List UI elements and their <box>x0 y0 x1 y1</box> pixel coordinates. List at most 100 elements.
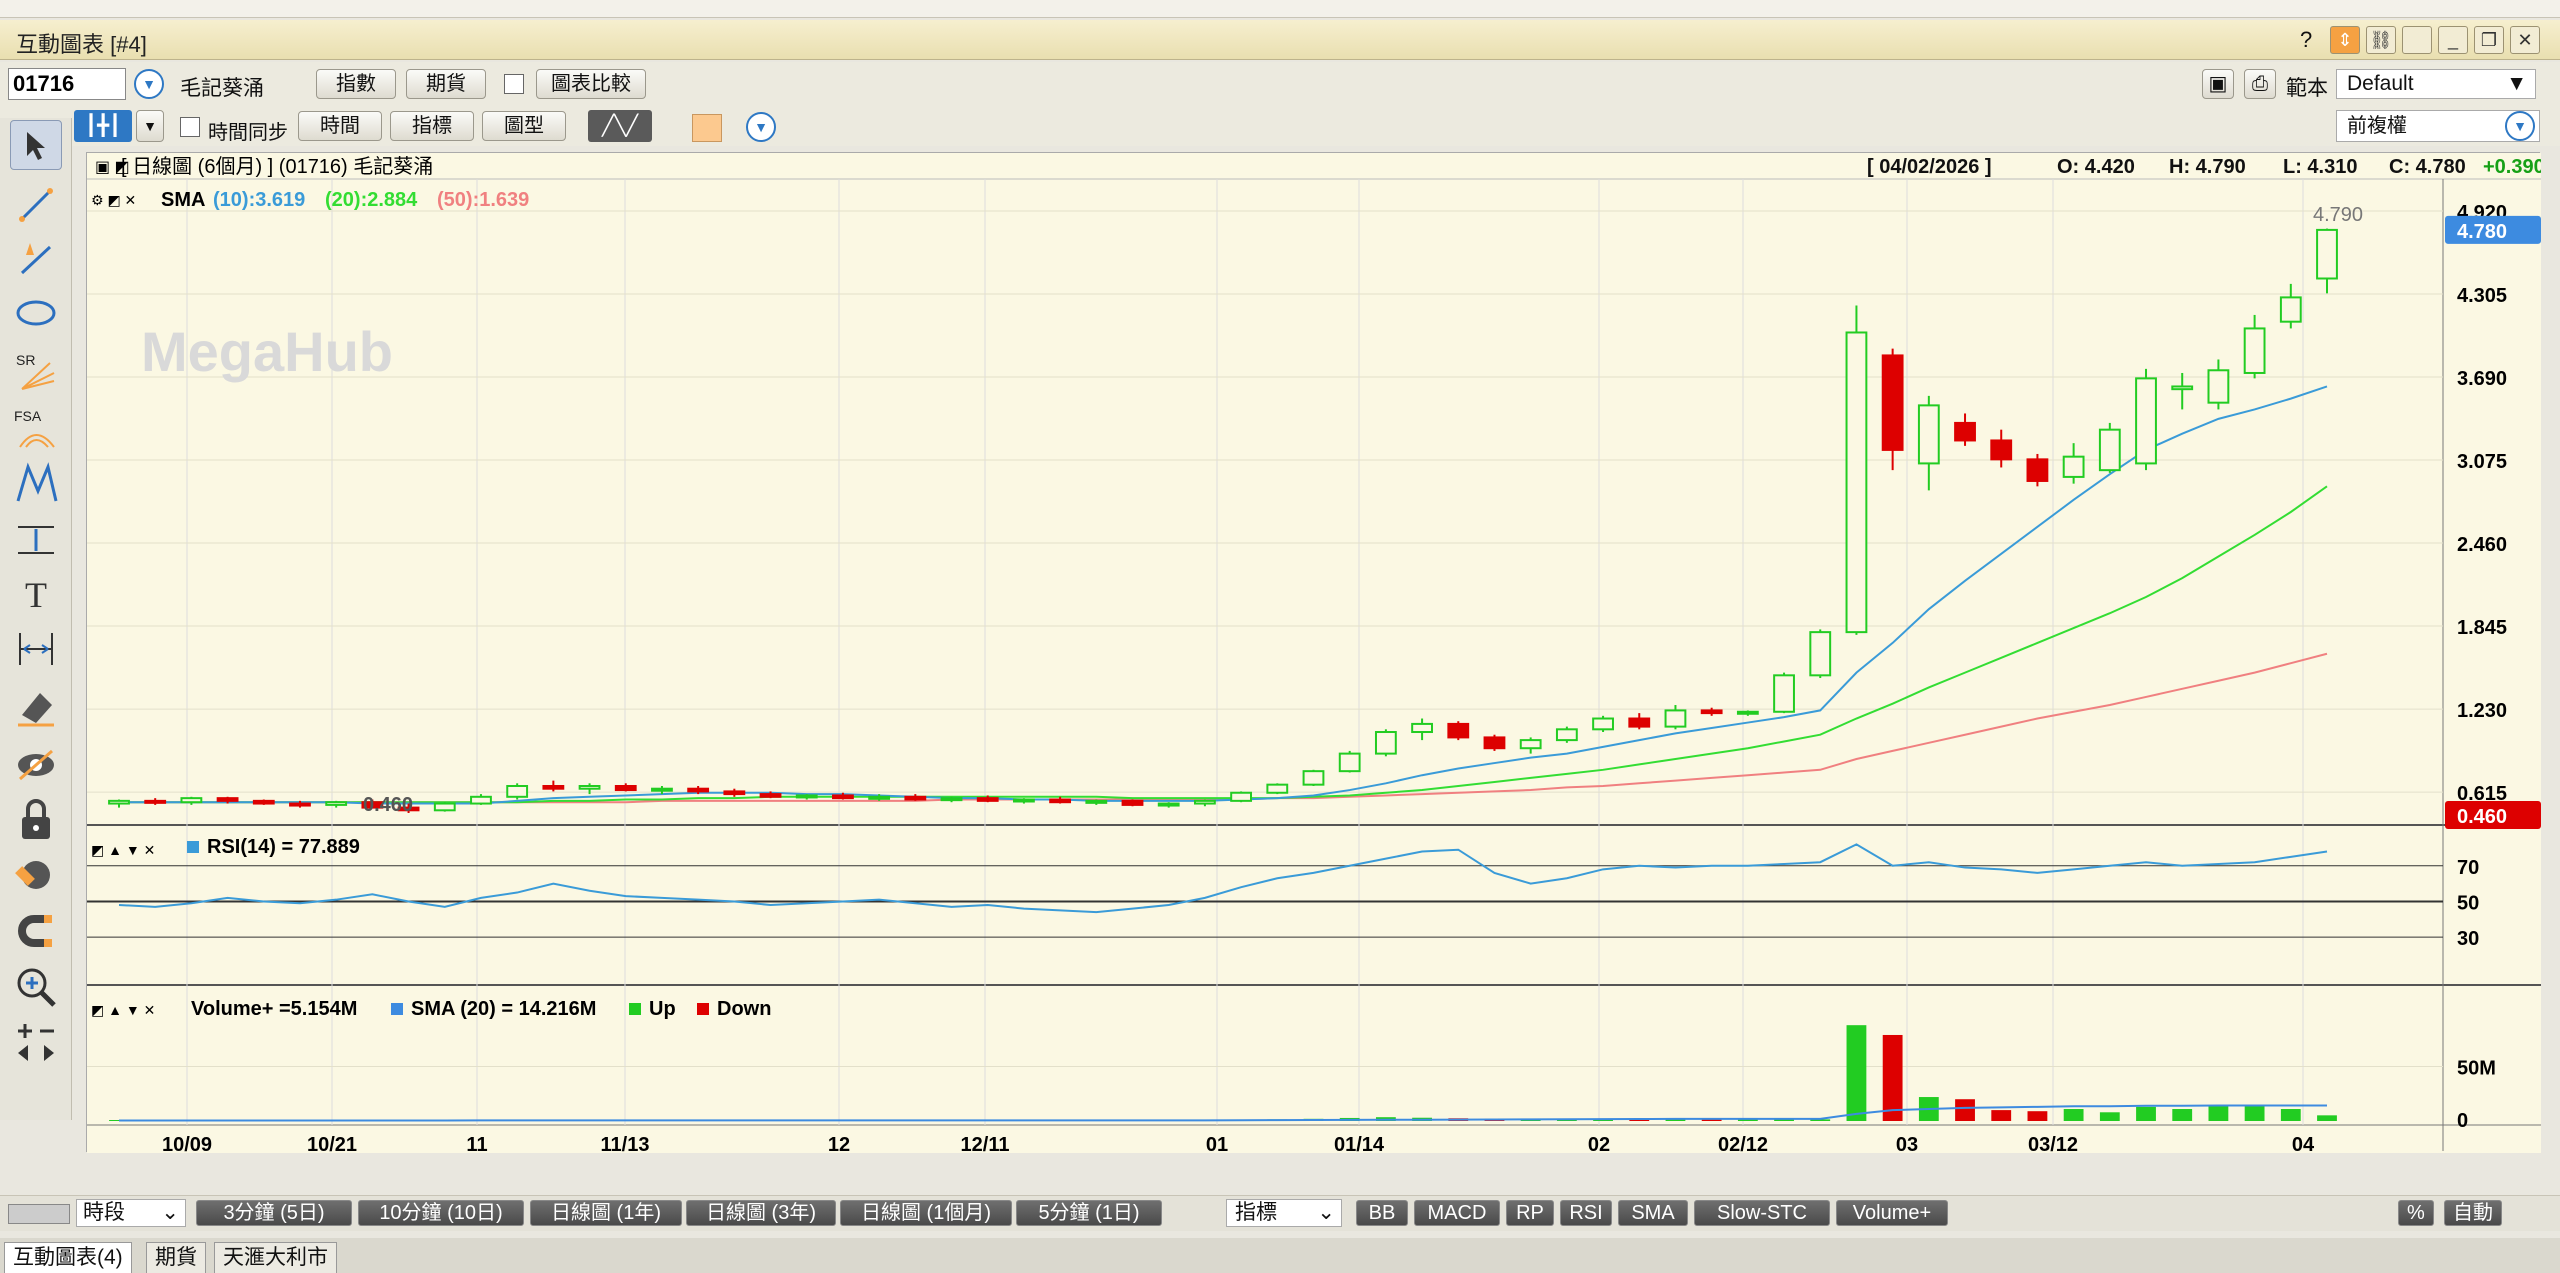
auto-button[interactable]: 自動 <box>2444 1200 2502 1226</box>
candle-body <box>542 785 565 790</box>
x-tick-label: 12 <box>828 1134 850 1153</box>
zoom-plus-minus-tool[interactable] <box>10 1018 62 1068</box>
pattern-tool[interactable] <box>10 458 62 508</box>
cursor-tool[interactable] <box>10 120 62 170</box>
period-button[interactable]: 日線圖 (1年) <box>530 1200 682 1226</box>
tab-market[interactable]: 天滙大利市 <box>214 1242 337 1273</box>
period-button[interactable]: 5分鐘 (1日) <box>1016 1200 1162 1226</box>
adjust-select[interactable]: 前複權 ▼ <box>2336 110 2540 142</box>
period-button[interactable]: 日線圖 (1個月) <box>840 1200 1012 1226</box>
candle-body <box>506 785 529 798</box>
hide-tool[interactable] <box>10 740 62 790</box>
index-button[interactable]: 指數 <box>316 69 396 99</box>
symbol-dropdown-icon[interactable]: ▼ <box>134 69 164 99</box>
candle-body <box>723 790 746 796</box>
help-icon[interactable]: ? <box>2300 27 2312 53</box>
eraser-tool[interactable] <box>10 680 62 730</box>
period-select[interactable]: 時段 ⌄ <box>76 1199 186 1227</box>
indicator-toggle-button[interactable]: MACD <box>1414 1200 1500 1226</box>
volume-label: Volume+ =5.154M <box>191 998 357 1020</box>
indicator-label: 指標 <box>1235 1201 1277 1224</box>
print-icon[interactable]: ⎙ <box>2244 69 2276 99</box>
magnet-tool[interactable] <box>10 850 62 900</box>
chart-compare-button[interactable]: 圖表比較 <box>536 69 646 99</box>
pin-icon[interactable]: ⇕ <box>2330 26 2360 54</box>
x-tick-label: 10/21 <box>307 1134 357 1153</box>
sr-tool[interactable]: SR <box>10 346 62 396</box>
measure-tool[interactable] <box>10 624 62 674</box>
indicator-button[interactable]: 指標 <box>390 111 474 141</box>
compare-checkbox[interactable] <box>504 74 524 94</box>
magnet-u-tool[interactable] <box>10 906 62 956</box>
symbol-input[interactable] <box>8 68 126 100</box>
blank-window-icon[interactable] <box>2402 26 2432 54</box>
time-sync-checkbox[interactable] <box>180 117 200 137</box>
minimize-icon[interactable]: _ <box>2438 26 2468 54</box>
candlestick-icon[interactable]: ┃╋┃ <box>74 110 132 142</box>
tab-chart[interactable]: 互動圖表(4) <box>4 1242 132 1273</box>
window-title: 互動圖表 [#4] <box>16 32 147 57</box>
candle <box>1773 672 1795 714</box>
candle-body <box>1845 331 1868 634</box>
restore-icon[interactable]: ❐ <box>2474 26 2504 54</box>
line-tool[interactable] <box>10 180 62 230</box>
fsa-tool[interactable]: FSA <box>10 402 62 452</box>
tab-futures[interactable]: 期貨 <box>146 1242 206 1273</box>
candle-body <box>1700 709 1723 715</box>
range-slider-icon[interactable] <box>8 1204 70 1224</box>
template-select[interactable]: Default ▼ <box>2336 69 2536 99</box>
candle-body <box>614 785 637 792</box>
period-button[interactable]: 3分鐘 (5日) <box>196 1200 352 1226</box>
line-chart-icon[interactable]: ╱╲╱ <box>588 110 652 142</box>
lock-tool[interactable] <box>10 794 62 844</box>
chart-panel[interactable]: 10/09 10/21 11 11/13 12 12/11 01 01/14 02 02/12 03… <box>86 152 2560 1156</box>
indicator-select[interactable]: 指標 ⌄ <box>1226 1199 1342 1227</box>
indicator-toggle-button[interactable]: RP <box>1506 1200 1554 1226</box>
indicator-toggle-button[interactable]: Volume+ <box>1836 1200 1948 1226</box>
rsi-controls: ◩ ▲ ▼ ✕ <box>91 842 155 858</box>
sma-label: SMA <box>161 189 205 211</box>
period-label: 時段 <box>83 1201 125 1224</box>
last-price-text: 4.780 <box>2457 221 2507 243</box>
save-icon[interactable]: ▣ <box>2202 69 2234 99</box>
candle-body <box>1157 802 1180 807</box>
futures-button[interactable]: 期貨 <box>406 69 486 99</box>
candle-body <box>1411 722 1433 734</box>
x-tick-label: 01/14 <box>1334 1134 1385 1153</box>
text-tool[interactable]: T <box>10 570 62 620</box>
chart-svg[interactable]: 10/09 10/21 11 11/13 12 12/11 01 01/14 02 02/12 03… <box>87 153 2560 1156</box>
price-axis-label: 4.305 <box>2457 285 2507 307</box>
chart-style-dropdown-icon[interactable]: ▼ <box>136 110 164 142</box>
candle-body <box>433 802 456 812</box>
candle-body <box>2135 377 2157 465</box>
bottom-toolbar: 時段 ⌄ 3分鐘 (5日) 10分鐘 (10日) 日線圖 (1年) 日線圖 (3年) 日線… <box>0 1195 2560 1231</box>
template-value: Default <box>2347 72 2414 95</box>
chart-type-button[interactable]: 圖型 <box>482 111 566 141</box>
percent-button[interactable]: % <box>2398 1200 2434 1226</box>
candle-body <box>2316 228 2338 280</box>
close-icon[interactable]: ✕ <box>2510 26 2540 54</box>
fib-tool[interactable] <box>10 234 62 284</box>
ellipse-tool[interactable] <box>10 288 62 338</box>
color-swatch[interactable] <box>692 114 722 142</box>
low-marker: 0.460 <box>363 794 413 816</box>
indicator-toggle-button[interactable]: Slow-STC <box>1694 1200 1830 1226</box>
volume-bar <box>1991 1110 2012 1121</box>
channel-tool[interactable] <box>10 514 62 564</box>
time-button[interactable]: 時間 <box>298 111 382 141</box>
x-tick-label: 04 <box>2292 1134 2315 1153</box>
indicator-toggle-button[interactable]: RSI <box>1560 1200 1612 1226</box>
link-icon[interactable]: ⛓ <box>2366 26 2396 54</box>
chevron-down-icon: ⌄ <box>1317 1201 1335 1224</box>
period-button[interactable]: 日線圖 (3年) <box>686 1200 836 1226</box>
price-axis-label: 2.460 <box>2457 534 2507 556</box>
candle <box>1338 750 1361 773</box>
indicator-toggle-button[interactable]: BB <box>1356 1200 1408 1226</box>
candle-body <box>216 797 239 802</box>
period-button[interactable]: 10分鐘 (10日) <box>358 1200 524 1226</box>
zoom-tool[interactable] <box>10 962 62 1012</box>
indicator-toggle-button[interactable]: SMA <box>1618 1200 1688 1226</box>
sr-label: SR <box>16 352 35 368</box>
settings-dropdown-icon[interactable]: ▼ <box>746 112 776 142</box>
candle <box>1121 799 1144 807</box>
